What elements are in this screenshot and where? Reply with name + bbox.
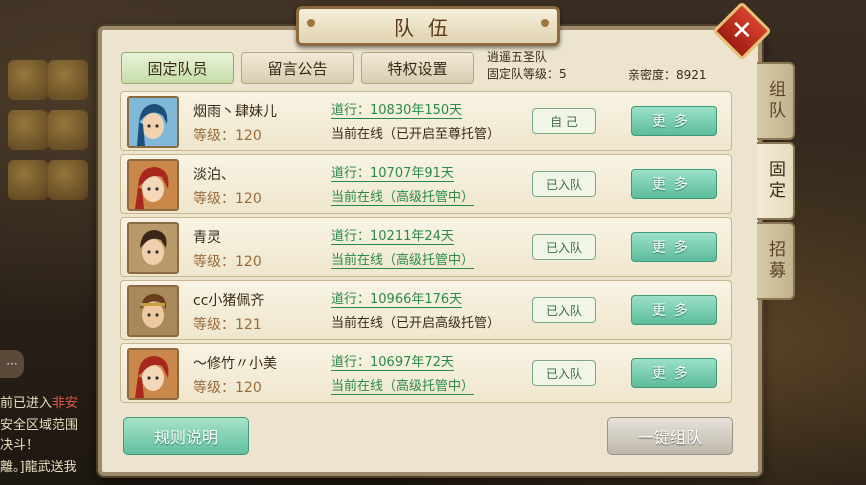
member-name: 淡泊、 xyxy=(193,167,235,183)
member-level: 等级：120 xyxy=(193,380,262,396)
member-level: 等级：121 xyxy=(193,317,262,333)
tab-privilege[interactable]: 特权设置 xyxy=(361,52,474,84)
member-online-status: 当前在线（已开启至尊托管） xyxy=(331,127,501,142)
shop-icon[interactable] xyxy=(8,60,48,100)
side-tab-label: 固定 xyxy=(765,160,785,202)
avatar[interactable] xyxy=(127,159,179,211)
avatar[interactable] xyxy=(127,222,179,274)
member-row[interactable]: 青灵 等级：120 道行：10211年24天 当前在线（高级托管中） 已入队 更… xyxy=(120,217,732,277)
member-name: cc小猪佩齐 xyxy=(193,293,265,309)
close-icon: ✕ xyxy=(731,15,753,46)
intimacy-value: 亲密度：8921 xyxy=(628,68,707,82)
team-level: 固定队等级：5 xyxy=(487,67,567,81)
avatar[interactable] xyxy=(127,285,179,337)
market-icon[interactable] xyxy=(48,60,88,100)
team-info: 逍遥五圣队 固定队等级：5 xyxy=(487,49,567,83)
member-row[interactable]: 烟雨丶肆妹儿 等级：120 道行：10830年150天 当前在线（已开启至尊托管… xyxy=(120,91,732,151)
member-online-status: 当前在线（已开启高级托管） xyxy=(331,316,501,331)
one-click-team-button[interactable]: 一键组队 xyxy=(607,417,733,455)
member-dao: 道行：10830年150天 xyxy=(331,99,463,119)
side-tab-recruit[interactable]: 招募 xyxy=(757,222,795,300)
member-row[interactable]: 淡泊、 等级：120 道行：10707年91天 当前在线（高级托管中） 已入队 … xyxy=(120,154,732,214)
avatar[interactable] xyxy=(127,348,179,400)
member-team-status: 已入队 xyxy=(532,171,596,197)
dialog-title: 队伍 xyxy=(296,6,560,46)
side-tab-team[interactable]: 组队 xyxy=(757,62,795,140)
member-name: 烟雨丶肆妹儿 xyxy=(193,104,277,120)
chat-line: 離。]龍武送我 xyxy=(0,460,77,475)
team-name: 逍遥五圣队 xyxy=(487,50,548,64)
member-team-status: 已入队 xyxy=(532,234,596,260)
refine-icon[interactable] xyxy=(8,110,48,150)
treasure-icon[interactable] xyxy=(8,160,48,200)
more-button[interactable]: 更多 xyxy=(631,358,717,388)
more-button[interactable]: 更多 xyxy=(631,106,717,136)
chat-bubble-icon[interactable]: ··· xyxy=(0,350,24,378)
member-team-status: 自 己 xyxy=(532,108,596,134)
side-tab-fixed[interactable]: 固定 xyxy=(757,142,795,220)
more-button[interactable]: 更多 xyxy=(631,232,717,262)
member-dao: 道行：10697年72天 xyxy=(331,351,454,371)
member-dao: 道行：10211年24天 xyxy=(331,225,454,245)
member-list: 烟雨丶肆妹儿 等级：120 道行：10830年150天 当前在线（已开启至尊托管… xyxy=(120,91,732,411)
member-dao: 道行：10966年176天 xyxy=(331,288,463,308)
member-online-status: 当前在线（高级托管中） xyxy=(331,249,475,269)
member-online-status: 当前在线（高级托管中） xyxy=(331,186,475,206)
side-tab-label: 招募 xyxy=(765,240,785,282)
member-online-status: 当前在线（高级托管中） xyxy=(331,375,475,395)
community-icon[interactable] xyxy=(48,160,88,200)
chat-line: 前已进入非安 xyxy=(0,396,79,411)
chat-line: 安全区域范围 xyxy=(0,418,79,433)
side-tab-label: 组队 xyxy=(765,80,785,122)
member-row[interactable]: ～修竹〃小美 等级：120 道行：10697年72天 当前在线（高级托管中） 已… xyxy=(120,343,732,403)
more-button[interactable]: 更多 xyxy=(631,295,717,325)
member-level: 等级：120 xyxy=(193,191,262,207)
travel-icon[interactable] xyxy=(48,110,88,150)
avatar[interactable] xyxy=(127,96,179,148)
member-team-status: 已入队 xyxy=(532,297,596,323)
tab-fixed-members[interactable]: 固定队员 xyxy=(121,52,234,84)
member-row[interactable]: cc小猪佩齐 等级：121 道行：10966年176天 当前在线（已开启高级托管… xyxy=(120,280,732,340)
member-team-status: 已入队 xyxy=(532,360,596,386)
member-dao: 道行：10707年91天 xyxy=(331,162,454,182)
member-level: 等级：120 xyxy=(193,128,262,144)
more-button[interactable]: 更多 xyxy=(631,169,717,199)
rules-button[interactable]: 规则说明 xyxy=(123,417,249,455)
member-name: ～修竹〃小美 xyxy=(193,356,277,372)
tab-announcement[interactable]: 留言公告 xyxy=(241,52,354,84)
member-level: 等级：120 xyxy=(193,254,262,270)
chat-line: 决斗！ xyxy=(0,438,40,453)
member-name: 青灵 xyxy=(193,230,221,246)
